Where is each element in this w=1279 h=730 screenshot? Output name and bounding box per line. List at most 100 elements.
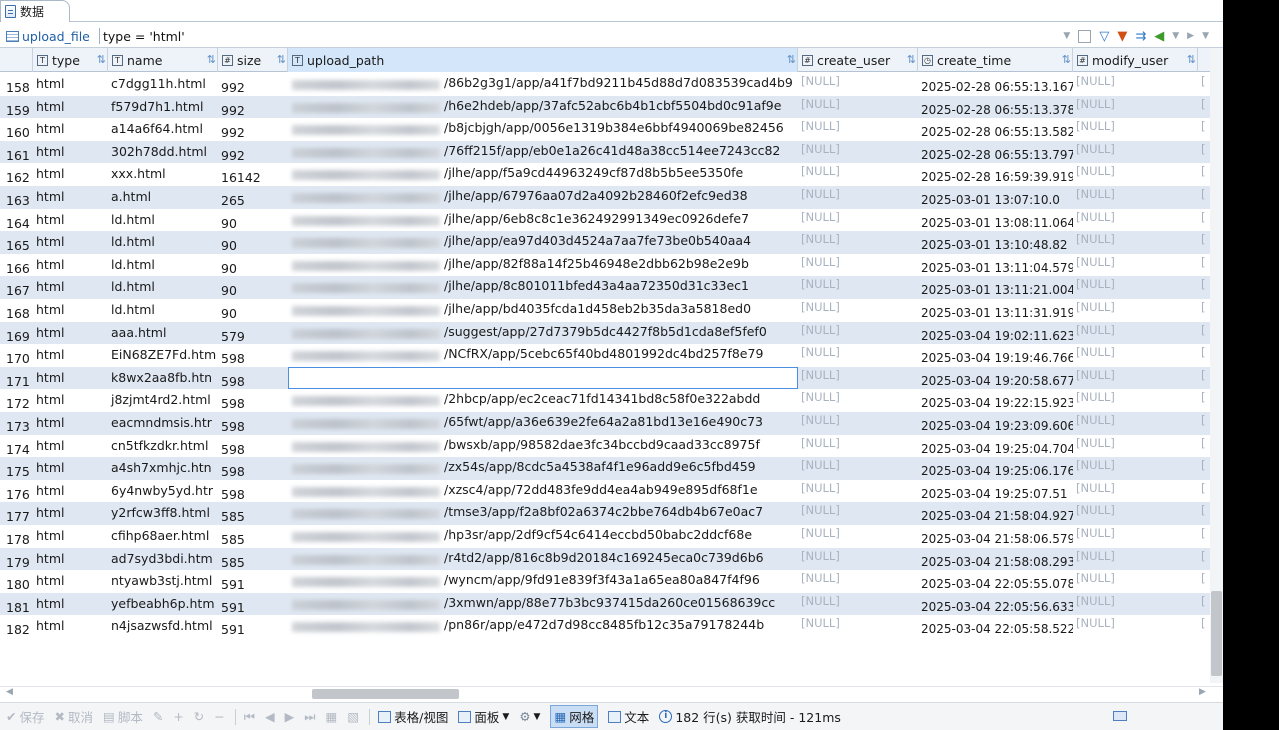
apply-filter-icon[interactable]: ▽ xyxy=(1099,29,1109,44)
name-cell[interactable]: cn5tfkzdkr.html xyxy=(108,435,218,457)
type-cell[interactable]: html xyxy=(33,96,108,118)
upload-path-cell[interactable]: /pn86r/app/e472d7d98cc8485fb12c35a791782… xyxy=(288,615,798,637)
create-user-cell[interactable]: [NULL] xyxy=(798,118,918,140)
upload-path-cell[interactable]: /jlhe/app/f5a9cd44963249cf87d8b5b5ee5350… xyxy=(288,163,798,185)
type-cell[interactable]: html xyxy=(33,502,108,524)
next-column-cell[interactable]: [ xyxy=(1198,435,1210,457)
create-time-cell[interactable]: 2025-03-04 19:25:06.176 xyxy=(918,457,1073,479)
column-header-name[interactable]: T name ⇅ xyxy=(108,48,218,72)
name-cell[interactable]: eacmndmsis.htr xyxy=(108,412,218,434)
upload-path-cell[interactable]: /2hbcp/app/ec2ceac71fd14341bd8c58f0e322a… xyxy=(288,389,798,411)
next-column-cell[interactable]: [ xyxy=(1198,141,1210,163)
table-row[interactable]: 162 html xxx.html 16142/jlhe/app/f5a9cd4496… xyxy=(0,163,1210,186)
create-time-cell[interactable]: 2025-02-28 06:55:13.167 xyxy=(918,73,1073,95)
create-time-cell[interactable]: 2025-02-28 06:55:13.582 xyxy=(918,118,1073,140)
save-button[interactable]: ✔ 保存 xyxy=(6,707,45,726)
type-cell[interactable]: html xyxy=(33,615,108,637)
size-cell[interactable]: 992 xyxy=(218,141,288,163)
create-time-cell[interactable]: 2025-03-04 22:05:58.522 xyxy=(918,615,1073,637)
size-cell[interactable]: 598 xyxy=(218,344,288,366)
next-column-cell[interactable]: [ xyxy=(1198,412,1210,434)
create-user-cell[interactable]: [NULL] xyxy=(798,322,918,344)
table-row[interactable]: 175 html a4sh7xmhjc.htn 598/zx54s/app/8cdc5… xyxy=(0,457,1210,480)
upload-path-cell[interactable]: /jlhe/app/6eb8c8c1e362492991349ec0926def… xyxy=(288,209,798,231)
modify-user-cell[interactable]: [NULL] xyxy=(1073,389,1198,411)
tab-data[interactable]: 数据 xyxy=(0,0,70,22)
table-row[interactable]: 165 html ld.html 90/jlhe/app/ea97d403d4524a… xyxy=(0,231,1210,254)
script-button[interactable]: ▤ 脚本 xyxy=(103,707,143,726)
table-row[interactable]: 177 html y2rfcw3ff8.html 585/tmse3/app/f2a8… xyxy=(0,502,1210,525)
table-row[interactable]: 164 html ld.html 90/jlhe/app/6eb8c8c1e36249… xyxy=(0,209,1210,232)
create-time-cell[interactable]: 2025-02-28 16:59:39.919 xyxy=(918,163,1073,185)
next-column-cell[interactable]: [ xyxy=(1198,299,1210,321)
create-time-cell[interactable]: 2025-02-28 06:55:13.797 xyxy=(918,141,1073,163)
text-mode-button[interactable]: 文本 xyxy=(608,707,649,726)
name-cell[interactable]: n4jsazwsfd.html xyxy=(108,615,218,637)
name-cell[interactable]: ntyawb3stj.html xyxy=(108,570,218,592)
create-time-cell[interactable]: 2025-03-01 13:11:04.579 xyxy=(918,254,1073,276)
previous-page-button[interactable]: ◀ xyxy=(265,709,275,724)
create-user-cell[interactable]: [NULL] xyxy=(798,435,918,457)
keyboard-icon[interactable] xyxy=(1113,711,1127,721)
first-page-button[interactable]: ⏮ xyxy=(244,709,255,725)
type-cell[interactable]: html xyxy=(33,389,108,411)
next-column-cell[interactable]: [ xyxy=(1198,73,1210,95)
modify-user-cell[interactable]: [NULL] xyxy=(1073,231,1198,253)
back-arrow-icon[interactable]: ◀ xyxy=(1154,29,1164,44)
upload-path-cell[interactable]: /3xmwn/app/88e77b3bc937415da260ce0156863… xyxy=(288,593,798,615)
upload-path-cell[interactable] xyxy=(288,366,798,389)
forward-arrow-icon[interactable]: ▶ xyxy=(1187,31,1194,41)
cancel-button[interactable]: ✖ 取消 xyxy=(55,707,94,726)
column-header-modify-user[interactable]: # modify_user ⇅ xyxy=(1073,48,1198,72)
sort-icon[interactable]: ⇅ xyxy=(787,53,796,66)
modify-user-cell[interactable]: [NULL] xyxy=(1073,435,1198,457)
create-time-cell[interactable]: 2025-03-04 22:05:55.078 xyxy=(918,570,1073,592)
last-page-button[interactable]: ⏭ xyxy=(304,709,315,725)
sort-icon[interactable]: ⇅ xyxy=(277,53,286,66)
create-time-cell[interactable]: 2025-03-01 13:07:10.0 xyxy=(918,186,1073,208)
create-time-cell[interactable]: 2025-03-04 21:58:04.927 xyxy=(918,502,1073,524)
create-time-cell[interactable]: 2025-03-04 19:25:07.51 xyxy=(918,480,1073,502)
create-user-cell[interactable]: [NULL] xyxy=(798,344,918,366)
table-row[interactable]: 174 html cn5tfkzdkr.html 598/bwsxb/app/9858… xyxy=(0,435,1210,458)
create-time-cell[interactable]: 2025-03-04 19:23:09.606 xyxy=(918,412,1073,434)
upload-path-cell[interactable]: /h6e2hdeb/app/37afc52abc6b4b1cbf5504bd0c… xyxy=(288,96,798,118)
upload-path-cell[interactable]: /zx54s/app/8cdc5a4538af4f1e96add9e6c5fbd… xyxy=(288,457,798,479)
next-column-cell[interactable]: [ xyxy=(1198,570,1210,592)
next-column-cell[interactable]: [ xyxy=(1198,163,1210,185)
sort-icon[interactable]: ⇅ xyxy=(207,53,216,66)
name-cell[interactable]: EiN68ZE7Fd.htm xyxy=(108,344,218,366)
create-time-cell[interactable]: 2025-03-04 21:58:08.293 xyxy=(918,548,1073,570)
create-time-cell[interactable]: 2025-03-01 13:11:21.004 xyxy=(918,276,1073,298)
name-cell[interactable]: k8wx2aa8fb.htn xyxy=(108,367,218,389)
type-cell[interactable]: html xyxy=(33,231,108,253)
create-time-cell[interactable]: 2025-03-04 19:19:46.766 xyxy=(918,344,1073,366)
next-column-cell[interactable]: [ xyxy=(1198,209,1210,231)
create-time-cell[interactable]: 2025-03-04 19:02:11.623 xyxy=(918,322,1073,344)
modify-user-cell[interactable]: [NULL] xyxy=(1073,502,1198,524)
type-cell[interactable]: html xyxy=(33,322,108,344)
modify-user-cell[interactable]: [NULL] xyxy=(1073,367,1198,389)
vertical-scrollbar[interactable] xyxy=(1210,48,1223,683)
size-cell[interactable]: 598 xyxy=(218,389,288,411)
create-user-cell[interactable]: [NULL] xyxy=(798,593,918,615)
name-cell[interactable]: aaa.html xyxy=(108,322,218,344)
create-user-cell[interactable]: [NULL] xyxy=(798,480,918,502)
name-cell[interactable]: ld.html xyxy=(108,254,218,276)
next-column-cell[interactable]: [ xyxy=(1198,367,1210,389)
name-cell[interactable]: a.html xyxy=(108,186,218,208)
next-column-cell[interactable]: [ xyxy=(1198,276,1210,298)
next-column-cell[interactable]: [ xyxy=(1198,525,1210,547)
history-dropdown-icon[interactable]: ▼ xyxy=(1063,31,1070,41)
type-cell[interactable]: html xyxy=(33,570,108,592)
upload-path-cell[interactable]: /hp3sr/app/2df9cf54c6414eccbd50babc2ddcf… xyxy=(288,525,798,547)
create-user-cell[interactable]: [NULL] xyxy=(798,457,918,479)
type-cell[interactable]: html xyxy=(33,276,108,298)
table-view-toggle[interactable]: 表格/视图 xyxy=(378,707,448,726)
horizontal-scroll-thumb[interactable] xyxy=(312,689,459,699)
type-cell[interactable]: html xyxy=(33,344,108,366)
name-cell[interactable]: cfihp68aer.html xyxy=(108,525,218,547)
modify-user-cell[interactable]: [NULL] xyxy=(1073,412,1198,434)
modify-user-cell[interactable]: [NULL] xyxy=(1073,480,1198,502)
modify-user-cell[interactable]: [NULL] xyxy=(1073,141,1198,163)
